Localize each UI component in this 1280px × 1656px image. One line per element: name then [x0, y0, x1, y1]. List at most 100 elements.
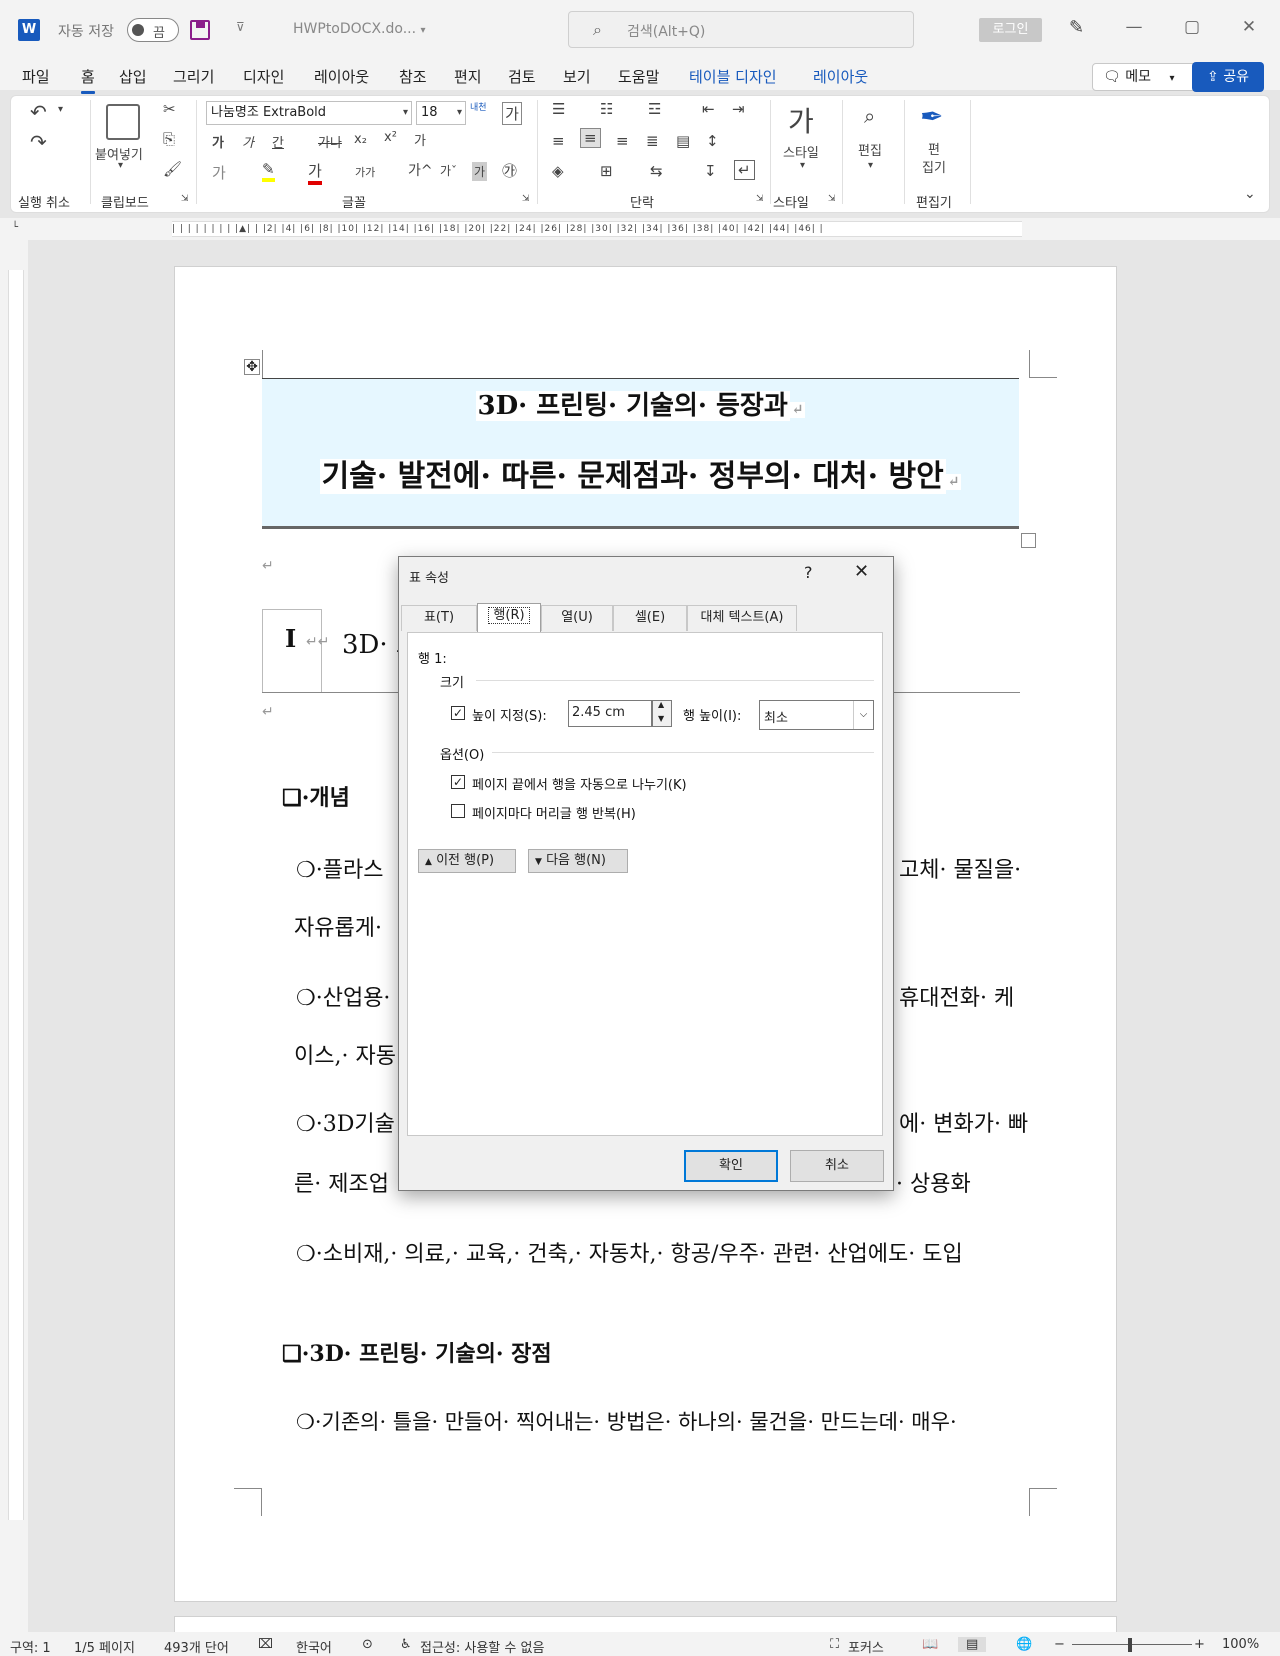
zoom-slider[interactable]	[1072, 1644, 1192, 1645]
table-resize-handle[interactable]	[1021, 533, 1036, 548]
align-right-icon[interactable]: ≡	[616, 132, 629, 150]
tab-home[interactable]: 홈	[81, 66, 95, 94]
paragraph-launcher-icon[interactable]: ⇲	[756, 194, 764, 204]
minimize-icon[interactable]: —	[1119, 17, 1149, 37]
font-launcher-icon[interactable]: ⇲	[522, 194, 530, 204]
font-grow-icon[interactable]: 내천	[470, 100, 487, 113]
text-direction-icon[interactable]: ⇆	[650, 162, 663, 180]
autosave-toggle[interactable]: 끔	[127, 18, 179, 42]
tab-row[interactable]: 행(R)	[477, 603, 541, 633]
focus-mode[interactable]: 포커스	[848, 1637, 884, 1656]
italic-icon[interactable]: 가	[242, 132, 254, 151]
tab-table-design[interactable]: 테이블 디자인	[689, 66, 777, 87]
line-spacing-icon[interactable]: ↕	[706, 132, 719, 150]
editor-button[interactable]: 편 집기	[922, 142, 946, 178]
highlight-icon[interactable]: ✎	[262, 160, 275, 182]
text-effects-icon[interactable]: 가	[212, 162, 226, 183]
repeat-header-checkbox[interactable]	[451, 804, 465, 818]
close-icon[interactable]: ✕	[854, 561, 869, 582]
char-shading-icon[interactable]: 가	[472, 162, 488, 181]
font-color-icon[interactable]: 가	[308, 160, 322, 185]
enclose-char-icon[interactable]: ㉮	[502, 160, 517, 181]
tab-selector-icon[interactable]: └	[12, 222, 18, 233]
cancel-button[interactable]: 취소	[790, 1150, 884, 1182]
styles-button[interactable]: 스타일	[783, 142, 819, 161]
customize-qat-icon[interactable]: ⊽	[236, 20, 245, 34]
zoom-slider-thumb[interactable]	[1128, 1638, 1132, 1652]
tab-alt-text[interactable]: 대체 텍스트(A)	[687, 605, 797, 631]
zoom-level[interactable]: 100%	[1222, 1637, 1259, 1652]
numbering-icon[interactable]: ☷	[600, 100, 613, 118]
tab-draw[interactable]: 그리기	[173, 66, 214, 87]
table-move-handle-icon[interactable]: ✥	[244, 359, 260, 375]
tab-mailings[interactable]: 편지	[454, 66, 482, 87]
increase-indent-icon[interactable]: ⇥	[732, 100, 745, 118]
tab-review[interactable]: 검토	[508, 66, 536, 87]
strikethrough-icon[interactable]: 가나	[318, 132, 342, 151]
editing-dropdown-icon[interactable]: ▾	[868, 160, 873, 171]
bold-icon[interactable]: 가	[212, 132, 224, 151]
show-marks-icon[interactable]: ↵	[734, 160, 755, 180]
underline-icon[interactable]: 간	[272, 132, 284, 151]
macro-icon[interactable]: ⊙	[362, 1637, 373, 1652]
tab-file[interactable]: 파일	[22, 66, 50, 87]
undo-icon[interactable]: ↶	[30, 100, 47, 124]
grow-font-icon[interactable]: 가^	[408, 160, 433, 180]
title-table-cell[interactable]: 3D· 프린팅· 기술의· 등장과 ↵ 기술· 발전에· 따른· 문제점과· 정부…	[262, 378, 1019, 529]
help-button[interactable]: ?	[804, 563, 813, 582]
undo-dropdown-icon[interactable]: ▾	[58, 104, 63, 115]
ruler-scale[interactable]: | | | | | | | | |▲| | |2| |4| |6| |8| |1…	[172, 221, 1022, 237]
pen-icon[interactable]: ✎	[1069, 17, 1084, 38]
sort-icon[interactable]: ↧	[704, 162, 717, 180]
accessibility-status[interactable]: 접근성: 사용할 수 없음	[420, 1637, 544, 1656]
cut-icon[interactable]: ✂	[163, 100, 176, 118]
decrease-indent-icon[interactable]: ⇤	[702, 100, 715, 118]
read-mode-icon[interactable]: 📖	[922, 1637, 938, 1652]
subscript-icon[interactable]: x₂	[354, 132, 367, 147]
tab-insert[interactable]: 삽입	[119, 66, 147, 87]
redo-icon[interactable]: ↷	[30, 130, 47, 154]
tab-references[interactable]: 참조	[399, 66, 427, 87]
zoom-in-icon[interactable]: +	[1194, 1637, 1205, 1652]
editing-button[interactable]: 편집	[858, 140, 882, 159]
specify-height-checkbox[interactable]: ✓	[451, 706, 465, 720]
allow-row-break-checkbox[interactable]: ✓	[451, 775, 465, 789]
font-size-select[interactable]: 18 ▾	[416, 101, 466, 125]
tab-column[interactable]: 열(U)	[541, 605, 613, 631]
previous-row-button[interactable]: ▲ 이전 행(P)	[418, 849, 516, 873]
tab-help[interactable]: 도움말	[618, 66, 659, 87]
font-name-select[interactable]: 나눔명조 ExtraBold ▾	[206, 101, 412, 125]
ribbon-collapse-icon[interactable]: ⌄	[1244, 186, 1256, 202]
format-painter-icon[interactable]: 🖌	[163, 160, 182, 178]
next-row-button[interactable]: ▼ 다음 행(N)	[528, 849, 628, 873]
borders-icon[interactable]: ⊞	[600, 162, 613, 180]
clipboard-launcher-icon[interactable]: ⇲	[181, 194, 189, 204]
shading-icon[interactable]: ◈	[552, 162, 564, 180]
proofing-icon[interactable]: ⌧	[258, 1637, 273, 1652]
web-layout-icon[interactable]: 🌐	[1016, 1637, 1032, 1652]
height-input[interactable]: 2.45 cm	[568, 700, 652, 727]
document-filename[interactable]: HWPtoDOCX.do... ▾	[293, 21, 426, 37]
tab-table-layout[interactable]: 레이아웃	[813, 66, 868, 87]
tab-design[interactable]: 디자인	[243, 66, 284, 87]
spin-up-icon[interactable]: ▲	[658, 700, 664, 709]
login-button[interactable]: 로그인	[979, 18, 1042, 42]
focus-icon[interactable]: ⛶	[830, 1637, 839, 1652]
bullets-icon[interactable]: ☰	[552, 100, 565, 118]
tab-table[interactable]: 표(T)	[401, 605, 477, 631]
char-border-icon[interactable]: 가	[502, 102, 522, 125]
justify-icon[interactable]: ≣	[646, 132, 659, 150]
multilevel-list-icon[interactable]: ☲	[648, 100, 661, 118]
tab-view[interactable]: 보기	[563, 66, 591, 87]
accessibility-icon[interactable]: ♿	[400, 1637, 412, 1652]
tab-layout[interactable]: 레이아웃	[314, 66, 369, 87]
vertical-ruler-scale[interactable]	[8, 270, 24, 1520]
align-left-icon[interactable]: ≡	[552, 132, 565, 150]
word-count[interactable]: 493개 단어	[164, 1637, 229, 1656]
styles-icon[interactable]: 가	[788, 100, 814, 140]
row-height-select[interactable]: 최소 ⌵	[759, 700, 874, 730]
superscript-icon[interactable]: x²	[384, 130, 397, 145]
save-icon[interactable]	[190, 20, 210, 40]
page-indicator[interactable]: 1/5 페이지	[74, 1637, 135, 1656]
align-center-icon[interactable]: ≡	[580, 128, 601, 148]
